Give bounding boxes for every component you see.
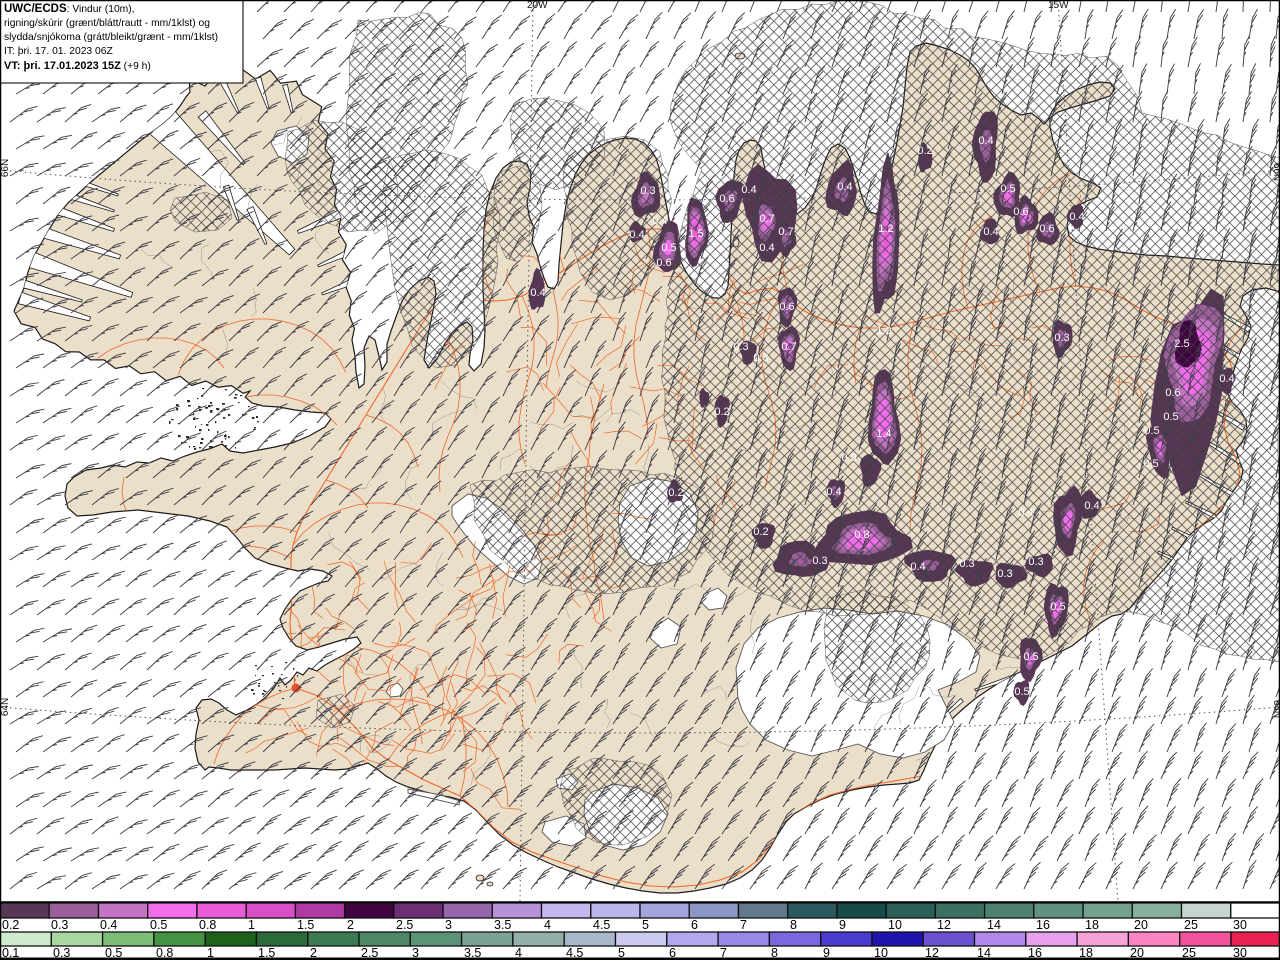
svg-text:0.3: 0.3 bbox=[733, 341, 748, 353]
svg-text:1.5: 1.5 bbox=[297, 918, 314, 932]
svg-text:0.6: 0.6 bbox=[1013, 206, 1028, 218]
svg-text:0.5: 0.5 bbox=[1014, 686, 1029, 698]
svg-text:rigning/skúrir (grænt/blátt/ra: rigning/skúrir (grænt/blátt/rautt - mm/1… bbox=[4, 18, 210, 29]
svg-text:0.3: 0.3 bbox=[1054, 332, 1069, 344]
svg-text:20: 20 bbox=[1134, 918, 1148, 932]
svg-text:0.4: 0.4 bbox=[100, 918, 117, 932]
svg-text:0.5: 0.5 bbox=[150, 918, 167, 932]
svg-text:3.5: 3.5 bbox=[494, 918, 511, 932]
svg-text:2.5: 2.5 bbox=[396, 918, 413, 932]
svg-text:0.4: 0.4 bbox=[910, 561, 925, 573]
svg-text:UWC/ECDS: Vindur (10m),: UWC/ECDS: Vindur (10m), bbox=[4, 3, 135, 15]
svg-text:0.6: 0.6 bbox=[1039, 223, 1054, 235]
svg-text:0.3: 0.3 bbox=[997, 568, 1012, 580]
svg-text:0.5: 0.5 bbox=[1023, 651, 1038, 663]
svg-text:0.3: 0.3 bbox=[753, 352, 768, 364]
svg-text:3: 3 bbox=[445, 918, 452, 932]
svg-text:25: 25 bbox=[1184, 918, 1198, 932]
svg-text:0.3: 0.3 bbox=[640, 185, 655, 197]
svg-text:0.2: 0.2 bbox=[668, 487, 683, 499]
svg-text:0.5: 0.5 bbox=[1163, 411, 1178, 423]
svg-text:1.5: 1.5 bbox=[688, 228, 703, 240]
svg-text:4.5: 4.5 bbox=[593, 918, 610, 932]
svg-text:0.2: 0.2 bbox=[917, 145, 932, 157]
svg-text:14: 14 bbox=[987, 918, 1001, 932]
svg-text:0.2: 0.2 bbox=[2, 918, 19, 932]
svg-text:1.4: 1.4 bbox=[876, 428, 891, 440]
svg-text:0.4: 0.4 bbox=[530, 287, 545, 299]
svg-text:0.3: 0.3 bbox=[1028, 556, 1043, 568]
svg-text:0.5: 0.5 bbox=[1050, 601, 1065, 613]
svg-text:0.5: 0.5 bbox=[661, 242, 676, 254]
svg-text:0.2: 0.2 bbox=[753, 526, 768, 538]
svg-text:0.6: 0.6 bbox=[779, 301, 794, 313]
svg-text:0.4: 0.4 bbox=[652, 215, 667, 227]
svg-text:0.5: 0.5 bbox=[1144, 425, 1159, 437]
svg-text:9: 9 bbox=[839, 918, 846, 932]
svg-text:0.4: 0.4 bbox=[983, 226, 998, 238]
svg-text:0.4: 0.4 bbox=[1069, 211, 1084, 223]
svg-text:0.3: 0.3 bbox=[51, 918, 68, 932]
svg-text:0.8: 0.8 bbox=[854, 529, 869, 541]
svg-text:2.5: 2.5 bbox=[1174, 338, 1189, 350]
svg-text:0.8: 0.8 bbox=[199, 918, 216, 932]
svg-text:1.2: 1.2 bbox=[876, 325, 891, 337]
svg-text:0.4: 0.4 bbox=[978, 135, 993, 147]
svg-text:0.4: 0.4 bbox=[741, 184, 756, 196]
svg-text:18: 18 bbox=[1085, 918, 1099, 932]
svg-text:0.6: 0.6 bbox=[719, 193, 734, 205]
svg-text:10: 10 bbox=[888, 918, 902, 932]
svg-text:0.3: 0.3 bbox=[812, 555, 827, 567]
svg-text:0.6: 0.6 bbox=[656, 257, 671, 269]
svg-text:slydda/snjókoma (grátt/bleikt/: slydda/snjókoma (grátt/bleikt/grænt - mm… bbox=[4, 32, 218, 43]
svg-text:20W: 20W bbox=[527, 0, 548, 11]
svg-text:12: 12 bbox=[937, 918, 951, 932]
svg-text:0.4: 0.4 bbox=[759, 242, 774, 254]
svg-text:6: 6 bbox=[691, 918, 698, 932]
svg-text:8: 8 bbox=[790, 918, 797, 932]
svg-text:4: 4 bbox=[544, 918, 551, 932]
svg-text:7: 7 bbox=[740, 918, 747, 932]
svg-text:0.3: 0.3 bbox=[841, 452, 856, 464]
svg-text:16: 16 bbox=[1036, 918, 1050, 932]
svg-text:VT: þri. 17.01.2023 15Z (+9 h): VT: þri. 17.01.2023 15Z (+9 h) bbox=[4, 60, 151, 72]
svg-text:5: 5 bbox=[642, 918, 649, 932]
svg-text:1: 1 bbox=[248, 918, 255, 932]
svg-text:0.4: 0.4 bbox=[826, 486, 841, 498]
svg-text:0.4: 0.4 bbox=[1084, 500, 1099, 512]
svg-text:1.2: 1.2 bbox=[878, 223, 893, 235]
svg-text:64N: 64N bbox=[0, 698, 11, 716]
svg-text:0.6: 0.6 bbox=[1165, 387, 1180, 399]
svg-text:0.7: 0.7 bbox=[759, 213, 774, 225]
svg-text:2: 2 bbox=[347, 918, 354, 932]
svg-text:0.5: 0.5 bbox=[1000, 183, 1015, 195]
svg-text:0.5: 0.5 bbox=[1143, 458, 1158, 470]
svg-text:66N: 66N bbox=[1271, 163, 1280, 181]
svg-text:IT: þri. 17. 01. 2023 06Z: IT: þri. 17. 01. 2023 06Z bbox=[4, 46, 113, 57]
svg-text:0.7: 0.7 bbox=[781, 341, 796, 353]
svg-text:30: 30 bbox=[1233, 918, 1247, 932]
svg-text:0.4: 0.4 bbox=[1018, 507, 1033, 519]
svg-text:0.2: 0.2 bbox=[714, 406, 729, 418]
svg-text:0.3: 0.3 bbox=[671, 196, 686, 208]
svg-text:0.4: 0.4 bbox=[629, 229, 644, 241]
svg-text:0.7: 0.7 bbox=[778, 226, 793, 238]
svg-text:0.4: 0.4 bbox=[837, 181, 852, 193]
svg-text:66N: 66N bbox=[0, 159, 11, 177]
svg-text:0.4: 0.4 bbox=[1219, 373, 1234, 385]
svg-text:0.3: 0.3 bbox=[959, 558, 974, 570]
